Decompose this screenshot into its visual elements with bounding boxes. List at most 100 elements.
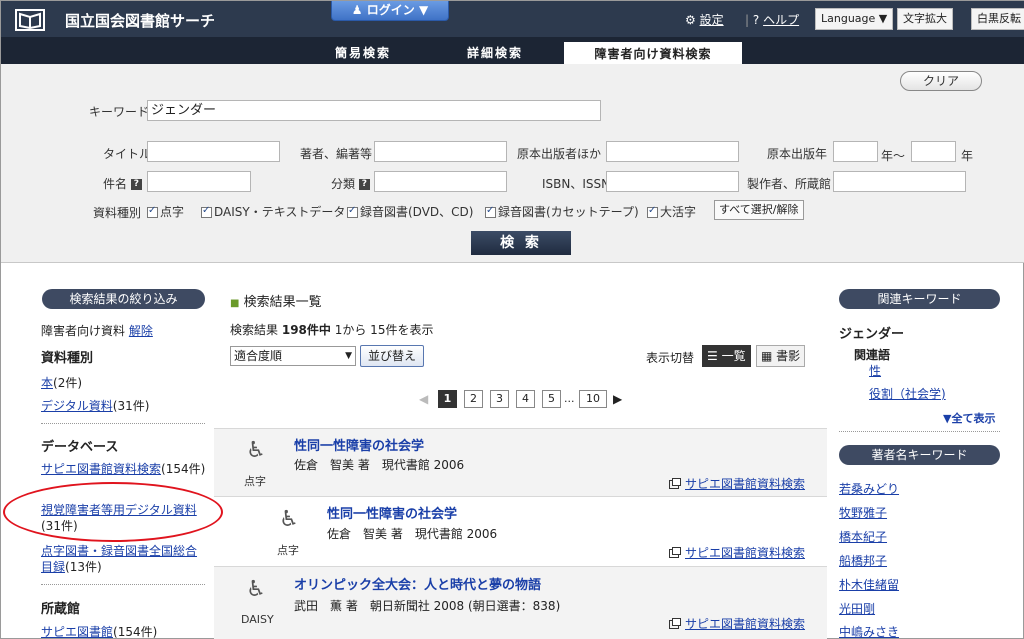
prev-page-icon: ◀ xyxy=(419,392,429,406)
font-enlarge-button[interactable]: 文字拡大 xyxy=(897,8,953,30)
result-meta: 武田 薫 著 朝日新聞社 2008 (朝日選書：838) xyxy=(294,599,561,613)
material-checkbox-audio-tape[interactable]: 録音図書(カセットテープ) xyxy=(485,203,639,220)
author-item: 中嶋みさき xyxy=(839,623,899,639)
related-term-link[interactable]: 性 xyxy=(869,364,881,378)
checkbox-icon[interactable] xyxy=(647,205,658,218)
page-link[interactable]: 10 xyxy=(579,390,607,408)
page-link[interactable]: 1 xyxy=(438,390,457,408)
material-type: DAISY xyxy=(241,613,274,626)
next-page-icon[interactable]: ▶ xyxy=(613,392,622,406)
help-label[interactable]: ヘルプ xyxy=(763,13,799,27)
show-all-link[interactable]: ▼全て表示 xyxy=(943,412,995,425)
material-link[interactable]: 本 xyxy=(41,376,53,390)
select-all-button[interactable]: すべて選択/解除 xyxy=(714,200,804,220)
checkbox-icon[interactable] xyxy=(347,205,358,218)
result-title-link[interactable]: オリンピック全大会：人と時代と夢の物語 xyxy=(294,574,541,593)
sort-select[interactable]: 適合度順 ▼ xyxy=(230,346,356,366)
author-link[interactable]: 船橋邦子 xyxy=(839,554,887,568)
search-button[interactable]: 検 索 xyxy=(471,231,571,255)
view-list-button[interactable]: ☰ 一覧 xyxy=(702,345,751,367)
page-link[interactable]: 4 xyxy=(516,390,535,408)
library-logo-icon[interactable] xyxy=(15,9,45,31)
result-source-link[interactable]: サピエ図書館資料検索 xyxy=(685,617,805,631)
grid-icon: ▦ xyxy=(761,349,773,363)
material-checkbox-braille[interactable]: 点字 xyxy=(147,203,184,220)
page-link[interactable]: 2 xyxy=(464,390,483,408)
year-to-input[interactable] xyxy=(911,141,956,162)
title-input[interactable] xyxy=(147,141,280,162)
help-icon[interactable]: ? xyxy=(358,179,370,190)
author-link[interactable]: 牧野雅子 xyxy=(839,506,887,520)
author-link[interactable]: 若桑みどり xyxy=(839,482,899,496)
author-link[interactable]: 光田剛 xyxy=(839,602,875,616)
external-link-icon xyxy=(669,618,681,629)
site-title[interactable]: 国立国会図書館サーチ xyxy=(65,10,215,31)
database-item-sapie: サピエ図書館資料検索(154件) xyxy=(41,461,206,477)
related-term: 性 xyxy=(869,362,881,379)
author-link[interactable]: 中嶋みさき xyxy=(839,625,899,639)
language-label: Language xyxy=(821,12,876,25)
clear-button[interactable]: クリア xyxy=(900,71,982,91)
author-link[interactable]: 朴木佳緒留 xyxy=(839,578,899,592)
material-item-digital: デジタル資料(31件) xyxy=(41,397,149,414)
settings-label[interactable]: 設定 xyxy=(700,13,724,27)
material-type-label: 資料種別 xyxy=(93,206,142,220)
language-button[interactable]: Language ▼ xyxy=(815,8,894,30)
gear-icon: ⚙ xyxy=(685,13,696,27)
material-checkbox-large-print[interactable]: 大活字 xyxy=(647,203,696,220)
filter-release-link[interactable]: 解除 xyxy=(129,324,153,338)
keyword-input[interactable]: ジェンダー xyxy=(147,100,601,121)
sort-button[interactable]: 並び替え xyxy=(360,345,424,367)
orig-publisher-input[interactable] xyxy=(606,141,739,162)
tab-advanced-search[interactable]: 詳細検索 xyxy=(467,44,523,61)
related-terms-heading: 関連語 xyxy=(854,348,891,362)
external-link-icon xyxy=(669,478,681,489)
material-link[interactable]: デジタル資料 xyxy=(41,399,113,413)
holdings-link[interactable]: サピエ図書館 xyxy=(41,625,113,639)
year-from-suffix: 年〜 xyxy=(881,149,906,163)
year-from-input[interactable] xyxy=(833,141,878,162)
material-type: 点字 xyxy=(277,544,299,557)
accessibility-icon: ♿ xyxy=(279,507,299,532)
summary-prefix: 検索結果 xyxy=(230,323,279,337)
view-cover-button[interactable]: ▦ 書影 xyxy=(756,345,806,367)
related-term-link[interactable]: 役割（社会学) xyxy=(869,387,946,401)
result-source-link[interactable]: サピエ図書館資料検索 xyxy=(685,477,805,491)
material-checkbox-daisy[interactable]: DAISY・テキストデータ xyxy=(201,203,345,220)
checkbox-icon[interactable] xyxy=(201,205,212,218)
help-icon[interactable]: ? xyxy=(130,179,142,190)
result-source-link[interactable]: サピエ図書館資料検索 xyxy=(685,546,805,560)
database-link[interactable]: サピエ図書館資料検索 xyxy=(41,462,161,476)
contrast-button[interactable]: 白黒反転 xyxy=(971,8,1024,30)
classification-input[interactable] xyxy=(374,171,507,192)
author-item: 橋本紀子 xyxy=(839,528,887,545)
author-link[interactable]: 橋本紀子 xyxy=(839,530,887,544)
result-meta: 佐倉 智美 著 現代書館 2006 xyxy=(294,458,465,472)
page-link[interactable]: 3 xyxy=(490,390,509,408)
database-count: (13件) xyxy=(65,560,102,574)
result-title-link[interactable]: 性同一性障害の社会学 xyxy=(294,435,424,454)
material-count: (2件) xyxy=(53,376,83,390)
subject-input[interactable] xyxy=(147,171,251,192)
material-type-text: 大活字 xyxy=(660,205,697,219)
isbn-input[interactable] xyxy=(606,171,739,192)
results-heading-text: 検索結果一覧 xyxy=(243,295,322,310)
view-list-label: 一覧 xyxy=(721,349,746,363)
checkbox-icon[interactable] xyxy=(485,205,496,218)
tab-accessible-search[interactable]: 障害者向け資料検索 xyxy=(564,42,742,64)
page-link[interactable]: 5 xyxy=(542,390,561,408)
author-input[interactable] xyxy=(374,141,507,162)
material-checkbox-audio-cd[interactable]: 録音図書(DVD、CD) xyxy=(347,203,473,220)
checkbox-icon[interactable] xyxy=(147,205,158,218)
settings-link[interactable]: ⚙ 設定 xyxy=(685,11,724,28)
database-count: (154件) xyxy=(161,462,206,476)
holdings-count: (154件) xyxy=(113,625,158,639)
author-keywords-heading: 著者名キーワード xyxy=(839,445,1000,465)
producer-input[interactable] xyxy=(833,171,966,192)
login-button[interactable]: ♟ ログイン ▼ xyxy=(331,1,449,21)
help-link[interactable]: | ? ヘルプ xyxy=(745,11,799,28)
filter-text: 障害者向け資料 xyxy=(41,324,126,338)
result-title-link[interactable]: 性同一性障害の社会学 xyxy=(327,503,457,522)
results-summary: 検索結果 198件中 1から 15件を表示 xyxy=(230,321,433,338)
tab-simple-search[interactable]: 簡易検索 xyxy=(335,44,391,61)
